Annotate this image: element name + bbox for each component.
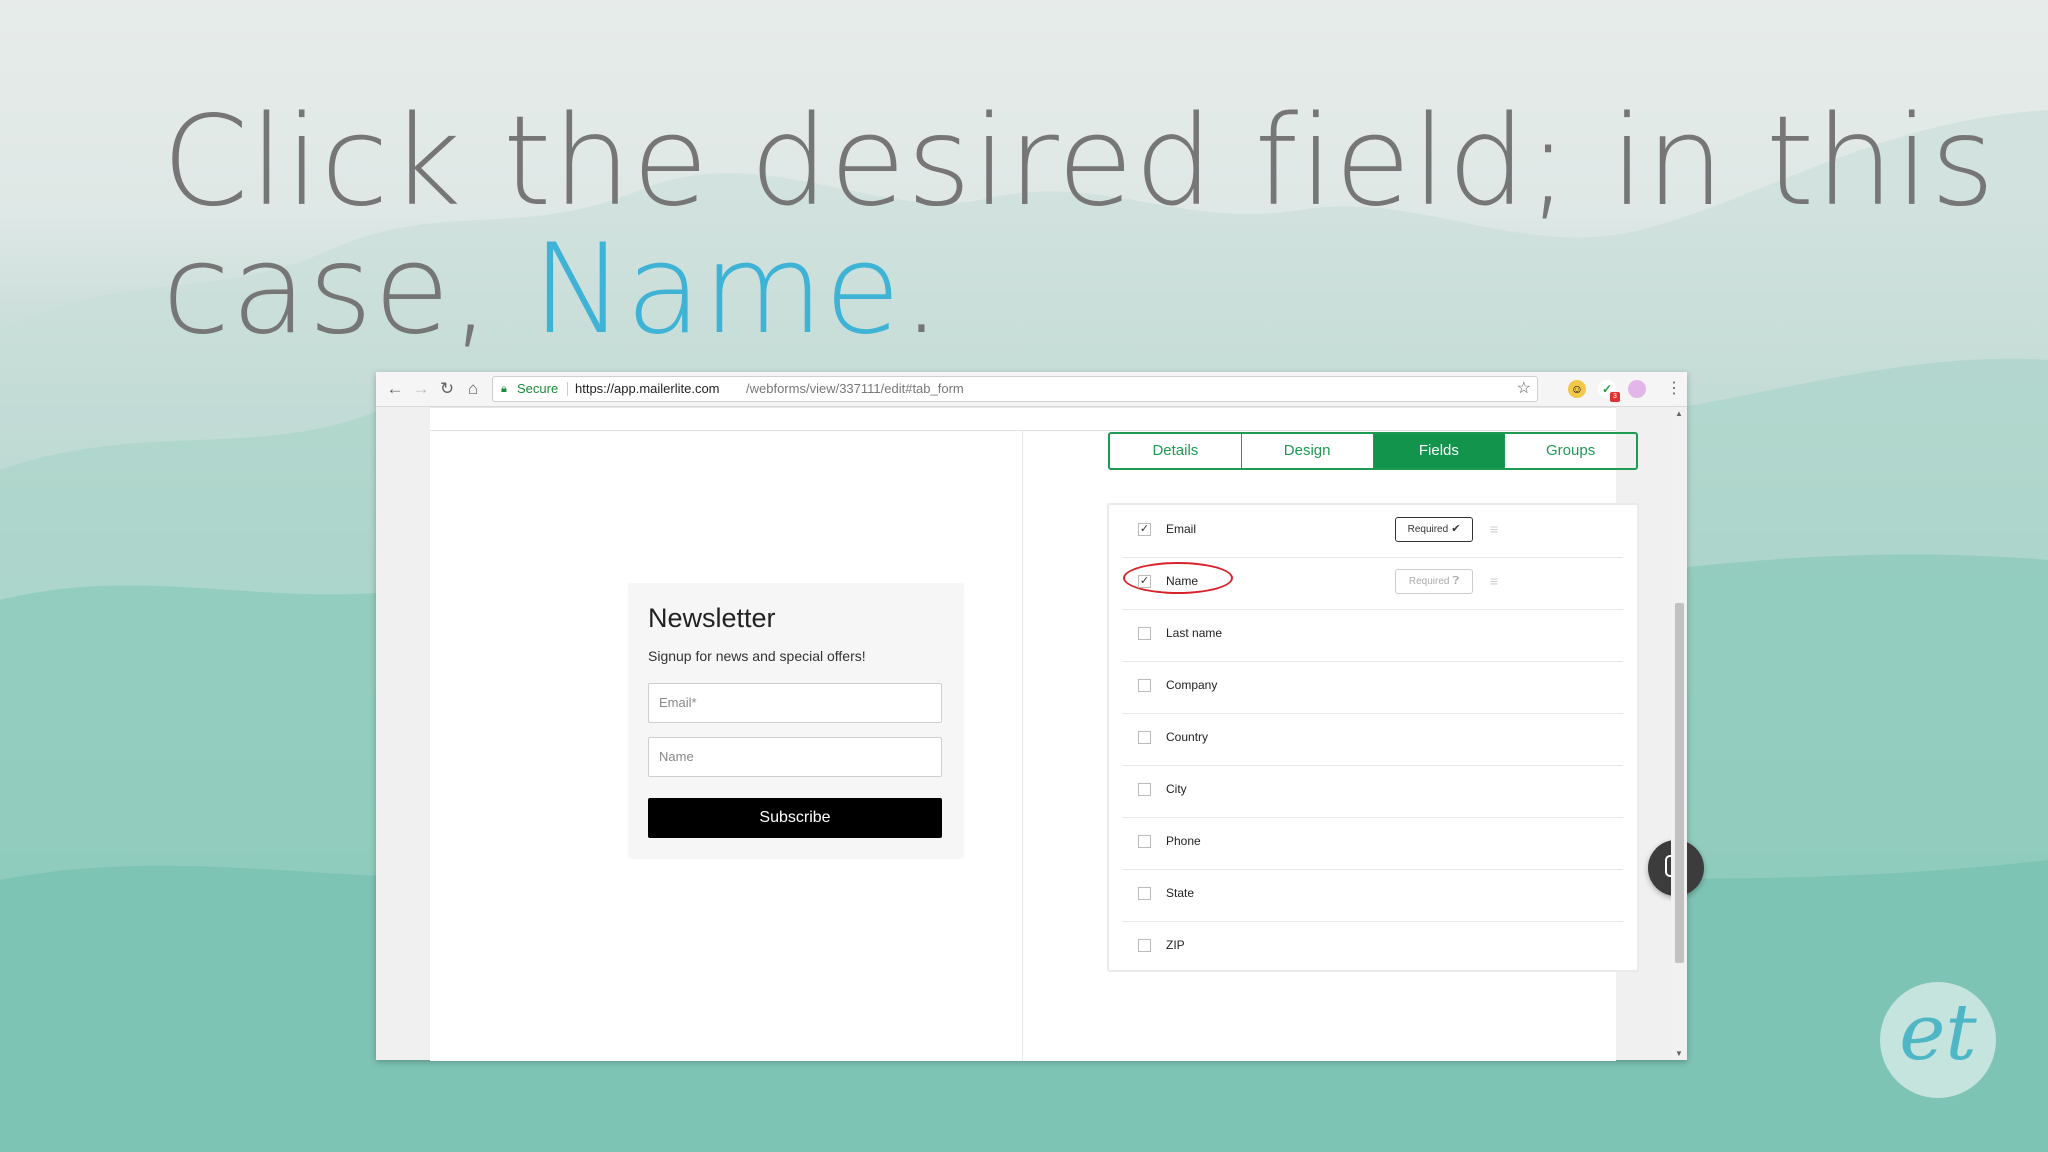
menu-icon[interactable]: ⋮ xyxy=(1666,378,1682,400)
panel-divider xyxy=(1022,431,1023,1061)
slide-title: Click the desired field; in this case, N… xyxy=(162,98,2048,354)
fields-list: ✓ Email Required ✔ ≡ ✓ Name Required ❓︎ ≡ … xyxy=(1107,503,1639,972)
home-icon[interactable]: ⌂ xyxy=(462,378,484,400)
company-checkbox[interactable] xyxy=(1138,679,1151,692)
field-row-last-name[interactable]: Last name xyxy=(1123,609,1623,662)
zip-checkbox[interactable] xyxy=(1138,939,1151,952)
name-field[interactable]: Name xyxy=(648,737,942,777)
star-icon[interactable]: ☆ xyxy=(1517,377,1531,401)
field-row-company[interactable]: Company xyxy=(1123,661,1623,714)
required-toggle-email[interactable]: Required ✔ xyxy=(1395,517,1473,542)
last-name-checkbox[interactable] xyxy=(1138,627,1151,640)
title-text: Click the desired field; in this case, xyxy=(162,90,1996,362)
lock-icon: 🔒︎ xyxy=(501,383,507,395)
title-highlight: Name xyxy=(531,218,902,362)
field-label: Email xyxy=(1166,522,1197,536)
country-checkbox[interactable] xyxy=(1138,731,1151,744)
newsletter-title: Newsletter xyxy=(648,603,776,633)
email-field[interactable]: Email* xyxy=(648,683,942,723)
profile-extension-icon[interactable] xyxy=(1628,380,1646,398)
field-row-city[interactable]: City xyxy=(1123,765,1623,818)
field-row-country[interactable]: Country xyxy=(1123,713,1623,766)
required-toggle-name[interactable]: Required ❓︎ xyxy=(1395,569,1473,594)
newsletter-subtitle: Signup for news and special offers! xyxy=(648,648,866,664)
form-editor: Newsletter Signup for news and special o… xyxy=(430,407,1704,1061)
logo-text: et xyxy=(1899,988,1977,1078)
url-host: https://app.mailerlite.com xyxy=(575,381,720,396)
tab-design[interactable]: Design xyxy=(1242,434,1374,468)
forward-icon[interactable]: → xyxy=(410,378,432,400)
scroll-down-icon[interactable]: ▼ xyxy=(1675,1049,1683,1058)
required-label: Required xyxy=(1407,524,1449,535)
tab-details[interactable]: Details xyxy=(1110,434,1242,468)
back-icon[interactable]: ← xyxy=(384,378,406,400)
editor-tabs: Details Design Fields Groups xyxy=(1108,432,1638,470)
brand-logo: et xyxy=(1880,982,1996,1098)
field-label: Name xyxy=(1166,574,1199,588)
email-checkbox[interactable]: ✓ xyxy=(1138,523,1151,536)
url-path: /webforms/view/337111/edit#tab_form xyxy=(746,381,964,396)
field-label: State xyxy=(1166,886,1195,900)
name-checkbox[interactable]: ✓ xyxy=(1138,575,1151,588)
scroll-thumb[interactable] xyxy=(1675,603,1684,963)
browser-toolbar: ← → ↻ ⌂ 🔒︎ Secure https://app.mailerlite… xyxy=(376,372,1687,407)
newsletter-form-preview: Newsletter Signup for news and special o… xyxy=(628,583,964,859)
city-checkbox[interactable] xyxy=(1138,783,1151,796)
field-row-name[interactable]: ✓ Name Required ❓︎ ≡ xyxy=(1123,557,1623,610)
field-label: Phone xyxy=(1166,834,1201,848)
help-icon: ❓︎ xyxy=(1452,575,1460,587)
field-row-zip[interactable]: ZIP xyxy=(1123,921,1623,973)
field-row-phone[interactable]: Phone xyxy=(1123,817,1623,870)
field-row-email[interactable]: ✓ Email Required ✔ ≡ xyxy=(1123,505,1623,558)
check-icon: ✔ xyxy=(1451,523,1461,535)
address-bar[interactable]: 🔒︎ Secure https://app.mailerlite.com /we… xyxy=(492,376,1538,402)
secure-label: Secure xyxy=(517,381,559,396)
field-label: City xyxy=(1166,782,1187,796)
field-label: Company xyxy=(1166,678,1218,692)
reload-icon[interactable]: ↻ xyxy=(436,378,458,400)
scroll-up-icon[interactable]: ▲ xyxy=(1675,409,1683,418)
extension-badge: 3 xyxy=(1610,392,1620,402)
phone-checkbox[interactable] xyxy=(1138,835,1151,848)
scrollbar[interactable]: ▲ ▼ xyxy=(1671,407,1687,1060)
title-period: . xyxy=(901,218,943,362)
state-checkbox[interactable] xyxy=(1138,887,1151,900)
browser-window: ← → ↻ ⌂ 🔒︎ Secure https://app.mailerlite… xyxy=(376,372,1704,1061)
required-label: Required xyxy=(1408,576,1450,587)
field-label: Country xyxy=(1166,730,1209,744)
page-content: Newsletter Signup for news and special o… xyxy=(376,407,1704,1061)
field-label: ZIP xyxy=(1166,938,1185,952)
field-row-state[interactable]: State xyxy=(1123,869,1623,922)
subscribe-button[interactable]: Subscribe xyxy=(648,798,942,838)
field-label: Last name xyxy=(1166,626,1223,640)
address-separator xyxy=(567,382,568,396)
drag-handle-icon[interactable]: ≡ xyxy=(1490,521,1498,537)
emoji-extension-icon[interactable]: ☺ xyxy=(1568,380,1586,398)
tab-fields[interactable]: Fields xyxy=(1373,434,1506,468)
tab-groups[interactable]: Groups xyxy=(1505,434,1636,468)
drag-handle-icon[interactable]: ≡ xyxy=(1490,573,1498,589)
